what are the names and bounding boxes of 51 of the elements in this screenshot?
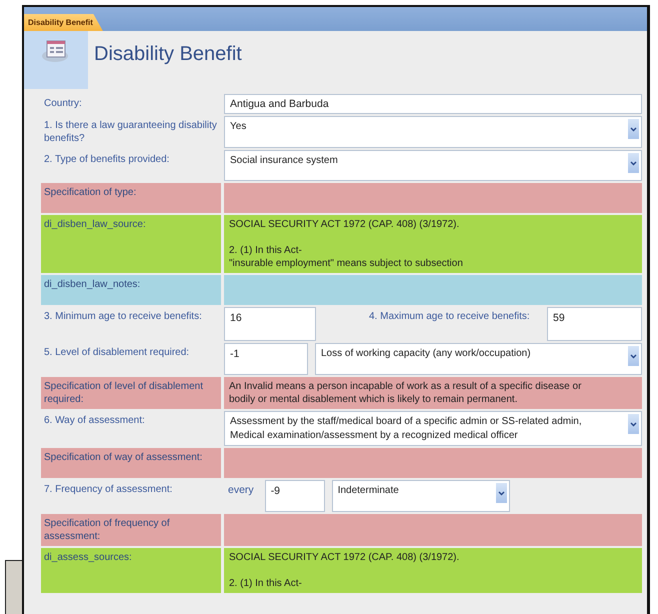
dropdown-button[interactable]: [628, 346, 639, 366]
dropdown-button[interactable]: [628, 153, 639, 173]
combo-box[interactable]: Assessment by the staff/medical board of a specific admin or SS-related admin, Medical examination/assessment by a recognized medical officer: [224, 411, 642, 446]
memo-text: An Invalid means a person incapable of work as a result of a specific disease or bodily or mental disablement which is likely to remain permanent.: [229, 380, 582, 406]
combo-box[interactable]: Indeterminate: [332, 480, 510, 512]
chevron-icon: [630, 126, 637, 132]
memo-field[interactable]: An Invalid means a person incapable of work as a result of a specific disease or bodily or mental disablement which is likely to remain permanent.: [224, 377, 642, 409]
dropdown-button[interactable]: [628, 119, 639, 139]
form-tab[interactable]: Disability Benefit: [24, 14, 103, 31]
memo-text: 2. (1) In this Act- "insurable employment" means subject to subsection: [229, 244, 464, 270]
field-label: di_assess_sources:: [41, 548, 221, 593]
combo-box[interactable]: Loss of working capacity (any work/occupation): [315, 343, 642, 375]
field-label: 4. Maximum age to receive benefits:: [368, 310, 531, 324]
field-label: Specification of level of disablement required:: [41, 377, 221, 409]
combo-box[interactable]: Yes: [224, 116, 642, 148]
field-label: 3. Minimum age to receive benefits:: [43, 310, 203, 324]
chevron-icon: [630, 354, 637, 358]
memo-text: 2. (1) In this Act-: [229, 577, 303, 590]
memo-field[interactable]: [224, 448, 642, 478]
field-label: Specification of way of assessment:: [41, 448, 221, 478]
memo-field[interactable]: [224, 514, 642, 546]
number-field[interactable]: 16: [224, 307, 316, 341]
text-field[interactable]: Antigua and Barbuda: [224, 94, 642, 114]
field-label: 1. Is there a law guaranteeing disability benefits?: [43, 119, 218, 146]
chevron-icon: [630, 422, 637, 426]
memo-field[interactable]: SOCIAL SECURITY ACT 1972 (CAP. 408) (3/1972). 2. (1) In this Act- "insurable employment" means subject to subsection: [224, 215, 642, 273]
field-label: Specification of type:: [41, 183, 221, 213]
number-field[interactable]: 59: [547, 307, 642, 341]
field-label: 6. Way of assessment:: [43, 414, 146, 428]
field-label: di_disben_law_notes:: [41, 275, 221, 305]
number-field[interactable]: -9: [264, 480, 325, 512]
field-label: Specification of frequency of assessment:: [41, 514, 221, 546]
number-field[interactable]: -1: [224, 343, 308, 375]
form-icon: [41, 39, 71, 63]
dropdown-button[interactable]: [628, 414, 639, 434]
form-title: Disability Benefit: [93, 42, 242, 67]
memo-text: SOCIAL SECURITY ACT 1972 (CAP. 408) (3/1972).: [229, 218, 460, 231]
chevron-icon: [630, 160, 637, 166]
every-label: every: [227, 483, 255, 498]
chevron-icon: [498, 490, 505, 496]
memo-text: SOCIAL SECURITY ACT 1972 (CAP. 408) (3/1972).: [229, 551, 460, 564]
field-label: 7. Frequency of assessment:: [43, 483, 174, 497]
memo-field[interactable]: [224, 183, 642, 213]
field-label: Country:: [43, 97, 83, 111]
field-label: 5. Level of disablement required:: [43, 346, 190, 360]
combo-box[interactable]: Social insurance system: [224, 150, 642, 181]
field-label: di_disben_law_source:: [41, 215, 221, 273]
memo-field[interactable]: [224, 275, 642, 305]
memo-field[interactable]: SOCIAL SECURITY ACT 1972 (CAP. 408) (3/1972). 2. (1) In this Act-: [224, 548, 642, 593]
dropdown-button[interactable]: [496, 483, 507, 503]
field-label: 2. Type of benefits provided:: [43, 153, 170, 167]
